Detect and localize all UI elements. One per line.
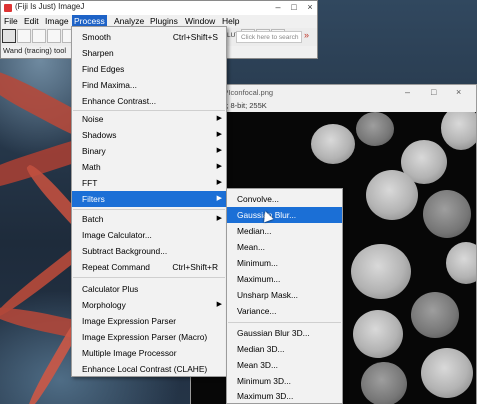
filters-submenu: Convolve... Gaussian Blur... Median... M… (226, 188, 343, 404)
cell-nucleus (423, 190, 471, 238)
cell-nucleus (311, 124, 355, 164)
menu-item-enhance-contrast[interactable]: Enhance Contrast... (72, 93, 226, 109)
menu-item-gaussian-blur-3d[interactable]: Gaussian Blur 3D... (227, 325, 342, 341)
cell-nucleus (366, 170, 418, 220)
cell-nucleus (446, 242, 476, 284)
oval-tool-icon[interactable] (17, 29, 31, 43)
minimize-icon[interactable]: – (271, 2, 285, 13)
cell-nucleus (351, 244, 411, 299)
menu-item-maximum[interactable]: Maximum... (227, 271, 342, 287)
close-icon[interactable]: × (456, 87, 461, 97)
menu-item-mean-3d[interactable]: Mean 3D... (227, 357, 342, 373)
menu-item-find-maxima[interactable]: Find Maxima... (72, 77, 226, 93)
menu-item-image-expression-parser[interactable]: Image Expression Parser (72, 313, 226, 329)
cell-nucleus (411, 292, 459, 338)
imagej-app-icon (4, 4, 12, 12)
menu-item-binary[interactable]: Binary ▶ (72, 143, 226, 159)
menu-separator (73, 209, 225, 210)
menu-item-batch[interactable]: Batch ▶ (72, 211, 226, 227)
submenu-arrow-icon: ▶ (216, 215, 222, 222)
rectangle-tool-icon[interactable] (2, 29, 16, 43)
freehand-tool-icon[interactable] (47, 29, 61, 43)
submenu-arrow-icon: ▶ (216, 179, 222, 186)
maximize-icon[interactable]: □ (431, 87, 436, 97)
menu-item-calculator-plus[interactable]: Calculator Plus (72, 281, 226, 297)
menu-item-mean[interactable]: Mean... (227, 239, 342, 255)
menu-file[interactable]: File (2, 15, 20, 28)
menu-item-median-3d[interactable]: Median 3D... (227, 341, 342, 357)
menu-item-sharpen[interactable]: Sharpen (72, 45, 226, 61)
submenu-arrow-icon: ▶ (216, 115, 222, 122)
submenu-arrow-icon: ▶ (216, 147, 222, 154)
menu-item-morphology[interactable]: Morphology ▶ (72, 297, 226, 313)
menu-item-image-expression-parser-macro[interactable]: Image Expression Parser (Macro) (72, 329, 226, 345)
imagej-titlebar[interactable]: (Fiji Is Just) ImageJ – □ × (1, 1, 317, 15)
menu-item-minimum[interactable]: Minimum... (227, 255, 342, 271)
cell-nucleus (421, 348, 473, 398)
menu-item-find-edges[interactable]: Find Edges (72, 61, 226, 77)
menu-item-smooth[interactable]: Smooth Ctrl+Shift+S (72, 29, 226, 45)
process-menu: Smooth Ctrl+Shift+S Sharpen Find Edges Fi… (71, 26, 227, 377)
menu-item-gaussian-blur[interactable]: Gaussian Blur... (227, 207, 342, 223)
menu-item-fft[interactable]: FFT ▶ (72, 175, 226, 191)
menu-item-image-calculator[interactable]: Image Calculator... (72, 227, 226, 243)
menu-item-maximum-3d[interactable]: Maximum 3D... (227, 388, 342, 404)
submenu-arrow-icon: ▶ (216, 131, 222, 138)
menu-item-median[interactable]: Median... (227, 223, 342, 239)
cell-nucleus (353, 310, 403, 358)
window-title: (Fiji Is Just) ImageJ (15, 2, 85, 11)
menu-item-math[interactable]: Math ▶ (72, 159, 226, 175)
menu-item-enhance-local-contrast[interactable]: Enhance Local Contrast (CLAHE) (72, 361, 226, 377)
minimize-icon[interactable]: – (405, 87, 410, 97)
close-icon[interactable]: × (303, 2, 317, 13)
cell-nucleus (441, 112, 476, 150)
cell-nucleus (361, 362, 407, 404)
search-input[interactable]: Click here to search (236, 31, 302, 43)
polygon-tool-icon[interactable] (32, 29, 46, 43)
menu-item-noise[interactable]: Noise ▶ (72, 111, 226, 127)
menu-item-subtract-background[interactable]: Subtract Background... (72, 243, 226, 259)
menu-item-filters[interactable]: Filters ▶ (72, 191, 226, 207)
maximize-icon[interactable]: □ (287, 2, 301, 13)
menu-separator (73, 277, 225, 278)
submenu-arrow-icon: ▶ (216, 301, 222, 308)
menu-item-unsharp-mask[interactable]: Unsharp Mask... (227, 287, 342, 303)
more-tools-icon[interactable]: » (304, 30, 309, 40)
menu-item-variance[interactable]: Variance... (227, 303, 342, 319)
submenu-arrow-icon: ▶ (216, 163, 222, 170)
status-text: Wand (tracing) tool (3, 46, 67, 55)
menu-item-minimum-3d[interactable]: Minimum 3D... (227, 373, 342, 389)
menu-image[interactable]: Image (43, 15, 71, 28)
menu-edit[interactable]: Edit (22, 15, 41, 28)
menu-item-repeat-command[interactable]: Repeat Command Ctrl+Shift+R (72, 259, 226, 275)
cell-nucleus (356, 112, 394, 146)
menu-item-shadows[interactable]: Shadows ▶ (72, 127, 226, 143)
menu-item-multiple-image-processor[interactable]: Multiple Image Processor (72, 345, 226, 361)
menu-separator (228, 322, 341, 323)
submenu-arrow-icon: ▶ (216, 195, 222, 202)
menu-item-convolve[interactable]: Convolve... (227, 191, 342, 207)
